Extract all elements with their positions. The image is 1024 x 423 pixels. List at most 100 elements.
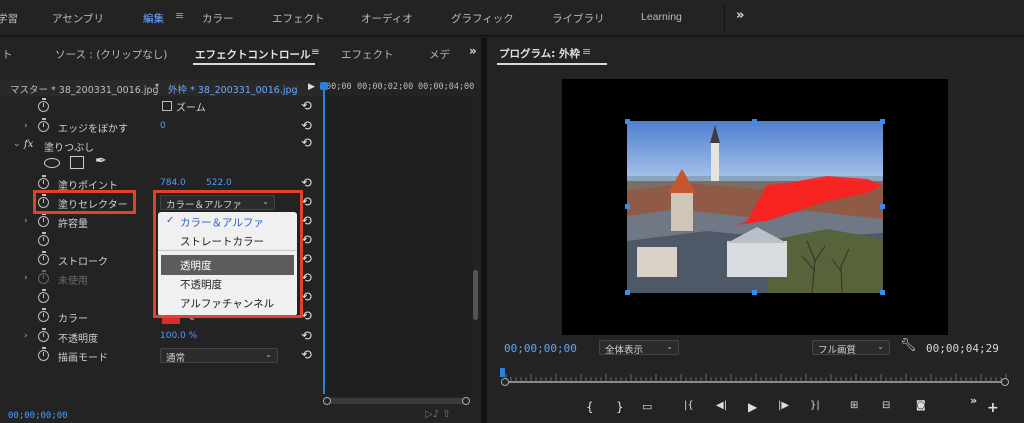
rectangle-mask-icon[interactable] — [70, 156, 84, 169]
reset-icon[interactable]: ⟲ — [301, 100, 312, 113]
blend-mode-dropdown[interactable]: 通常 ⌄ — [160, 348, 278, 364]
export-frame-icon[interactable]: ◙ — [916, 400, 926, 411]
stopwatch-icon[interactable] — [38, 308, 49, 322]
stopwatch-icon[interactable] — [38, 347, 49, 361]
clip-image[interactable] — [627, 121, 883, 293]
workspace-tab-learn[interactable]: 学習 — [0, 11, 18, 26]
zoom-checkbox[interactable] — [162, 101, 172, 111]
mini-timeline[interactable] — [323, 96, 473, 396]
transform-handle[interactable] — [625, 204, 630, 209]
reset-icon[interactable]: ⟲ — [301, 120, 312, 133]
scroll-handle-left[interactable] — [501, 378, 509, 386]
panel-menu-icon[interactable]: ≡ — [582, 45, 591, 58]
vertical-scrollbar[interactable] — [473, 270, 478, 320]
transform-handle[interactable] — [625, 290, 630, 295]
reset-icon[interactable]: ⟲ — [301, 137, 312, 150]
workspace-tab-graphics[interactable]: グラフィック — [451, 11, 514, 26]
workspace-tab-editing[interactable]: 編集 — [143, 11, 164, 26]
go-to-out-icon[interactable]: }| — [810, 400, 820, 411]
workspace-tab-audio[interactable]: オーディオ — [361, 11, 413, 26]
overflow-icon[interactable]: » — [970, 394, 977, 407]
playback-quality-dropdown[interactable]: フル画質 ⌄ — [812, 340, 890, 356]
fill-point-x[interactable]: 784.0 — [160, 178, 186, 188]
scroll-handle-right[interactable] — [1001, 378, 1009, 386]
stopwatch-icon[interactable] — [38, 251, 49, 265]
mark-in-icon[interactable]: { — [586, 400, 594, 414]
tab-menu-icon[interactable]: ≡ — [311, 46, 320, 58]
workspace-tab-libraries[interactable]: ライブラリ — [552, 11, 605, 26]
playhead-line[interactable] — [323, 84, 325, 394]
workspace-menu-icon[interactable]: ≡ — [175, 9, 185, 22]
tab-effect-controls[interactable]: エフェクトコントロール — [195, 47, 311, 62]
go-to-in-icon[interactable]: |{ — [684, 400, 694, 411]
workspace-tab-effects[interactable]: エフェクト — [272, 11, 325, 26]
step-back-icon[interactable]: ◀| — [716, 400, 727, 411]
stopwatch-icon[interactable] — [38, 175, 49, 189]
tab-effects[interactable]: エフェクト — [341, 47, 394, 62]
feather-value[interactable]: 0 — [160, 121, 166, 131]
expand-arrow-icon[interactable]: › — [24, 121, 28, 131]
scroll-handle-right[interactable] — [462, 397, 470, 405]
transform-handle[interactable] — [880, 290, 885, 295]
filter-icons[interactable]: ▷♪ ⇧ — [425, 409, 451, 420]
effect-controls-timecode[interactable]: 00;00;00;00 — [8, 411, 68, 421]
mark-out-icon[interactable]: } — [616, 400, 624, 414]
transform-handle[interactable] — [752, 290, 757, 295]
tab-cut[interactable]: ト — [2, 47, 13, 62]
sequence-clip-label[interactable]: 外枠 * 38_200331_0016.jpg — [168, 82, 298, 96]
stopwatch-icon[interactable] — [38, 232, 49, 246]
play-only-audio-icon[interactable]: ▶ — [308, 82, 315, 92]
master-clip-label[interactable]: マスター * 38_200331_0016.jpg — [10, 82, 159, 96]
zoom-fit-dropdown[interactable]: 全体表示 ⌄ — [599, 340, 679, 356]
stopwatch-icon[interactable] — [38, 328, 49, 342]
opacity-label: 不透明度 — [58, 334, 98, 345]
scroll-handle-left[interactable] — [323, 397, 331, 405]
stopwatch-icon[interactable] — [38, 98, 49, 112]
fx-icon[interactable]: fx — [24, 139, 33, 150]
opacity-value[interactable]: 100.0 % — [160, 331, 197, 341]
stopwatch-icon[interactable] — [38, 213, 49, 227]
expand-arrow-icon[interactable]: › — [24, 273, 28, 283]
pen-tool-icon[interactable]: ✒ — [95, 153, 107, 169]
time-ruler[interactable] — [502, 371, 1010, 381]
current-timecode[interactable]: 00;00;00;00 — [504, 342, 577, 355]
chevron-down-icon[interactable]: ▾ — [155, 81, 159, 90]
tab-metadata[interactable]: メデ — [429, 47, 450, 62]
add-button-icon[interactable]: + — [987, 400, 999, 416]
collapse-arrow-icon[interactable]: ⌄ — [13, 139, 21, 149]
reset-icon[interactable]: ⟲ — [301, 177, 312, 190]
stopwatch-icon[interactable] — [38, 289, 49, 303]
playhead-handle[interactable] — [500, 368, 505, 377]
workspace-tab-assembly[interactable]: アセンブリ — [52, 11, 104, 26]
reset-icon[interactable]: ⟲ — [301, 349, 312, 362]
workspace-tab-color[interactable]: カラー — [202, 11, 234, 26]
fill-point-y[interactable]: 522.0 — [206, 178, 232, 188]
wrench-settings-icon[interactable]: 🔧︎ — [900, 338, 917, 353]
tab-source[interactable]: ソース : (クリップなし) — [55, 47, 167, 62]
extract-icon[interactable]: ⊟ — [882, 400, 890, 411]
duration-timecode: 00;00;04;29 — [926, 342, 999, 355]
playhead-handle[interactable] — [320, 82, 328, 90]
transform-handle[interactable] — [880, 204, 885, 209]
workspace-tab-learning[interactable]: Learning — [641, 11, 682, 23]
lift-icon[interactable]: ⊞ — [850, 400, 858, 411]
transform-handle[interactable] — [625, 119, 630, 124]
zoom-scrollbar[interactable] — [506, 381, 1006, 383]
zoom-label: ズーム — [176, 103, 206, 114]
tabs-overflow-icon[interactable]: » — [469, 44, 477, 58]
transform-handle[interactable] — [880, 119, 885, 124]
expand-arrow-icon[interactable]: › — [24, 331, 28, 341]
step-forward-icon[interactable]: |▶ — [778, 400, 789, 411]
stopwatch-icon[interactable] — [38, 118, 49, 132]
tolerance-label: 許容量 — [58, 219, 88, 230]
ellipse-mask-icon[interactable] — [44, 158, 60, 168]
expand-arrow-icon[interactable]: › — [24, 216, 28, 226]
ruler-label: 00;00;02;00 — [357, 82, 414, 92]
safe-margins-icon[interactable]: ▭ — [642, 400, 652, 413]
horizontal-scrollbar[interactable] — [326, 398, 466, 404]
reset-icon[interactable]: ⟲ — [301, 330, 312, 343]
transform-handle[interactable] — [752, 119, 757, 124]
play-icon[interactable]: ▶ — [748, 400, 757, 414]
program-monitor-title[interactable]: プログラム: 外枠 — [499, 46, 580, 61]
workspace-overflow-icon[interactable]: » — [736, 8, 744, 23]
